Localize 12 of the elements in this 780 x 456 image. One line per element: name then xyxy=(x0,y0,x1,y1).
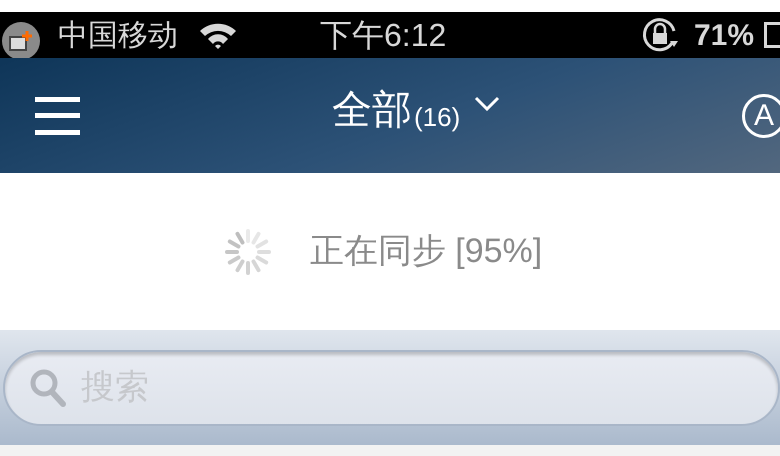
title-dropdown[interactable]: 全部(16) xyxy=(332,90,500,130)
sync-status: 正在同步 [95%] xyxy=(310,231,542,272)
battery-percent: 71% xyxy=(694,18,754,54)
carrier-label: 中国移动 xyxy=(58,18,178,54)
account-badge[interactable]: A xyxy=(742,94,780,138)
battery-icon xyxy=(764,22,780,48)
wifi-icon xyxy=(198,21,238,49)
clock-label: 下午6:12 xyxy=(320,16,446,55)
menu-icon[interactable] xyxy=(35,96,80,134)
chevron-down-icon xyxy=(474,96,500,112)
assistive-touch-icon[interactable] xyxy=(2,22,40,60)
search-icon xyxy=(29,368,67,408)
